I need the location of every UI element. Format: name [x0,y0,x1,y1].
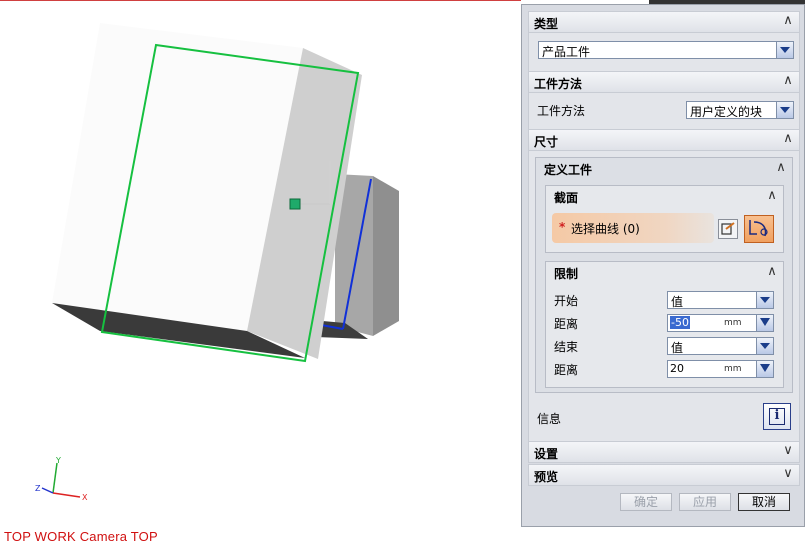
size-section-body: 定义工件 ∧ 截面 ∧ * 选择曲线 (0) 限制 ∧ 开始 值 距离 -50 … [528,151,800,441]
cancel-button[interactable]: 取消 [738,493,790,511]
start-label: 开始 [554,294,579,308]
start-distance-input[interactable]: -50 mm [667,314,774,332]
dropdown-arrow-icon[interactable] [776,102,793,118]
chevron-down-icon[interactable]: ∨ [781,444,795,458]
section-group-header[interactable]: 截面 ∧ [546,186,783,206]
end-distance-value[interactable]: 20 [670,362,684,375]
preview-section-title: 预览 [534,470,559,484]
method-section-header[interactable]: 工件方法 ∧ [528,71,800,93]
type-section-title: 类型 [534,17,559,31]
chevron-up-icon[interactable]: ∧ [781,74,795,88]
value-menu-icon[interactable] [756,315,773,331]
info-label: 信息 [537,412,562,426]
select-curve-row[interactable]: * 选择曲线 (0) [552,213,714,243]
end-distance-input[interactable]: 20 mm [667,360,774,378]
y-axis-label: Y [55,456,61,465]
chevron-up-icon[interactable]: ∧ [765,189,779,203]
method-field-label: 工件方法 [537,104,586,118]
type-section-header[interactable]: 类型 ∧ [528,11,800,33]
sketch-section-icon[interactable] [718,219,738,239]
end-select-value: 值 [671,341,684,355]
limit-group-title: 限制 [554,267,579,281]
start-distance-unit: mm [724,318,742,328]
start-distance-value[interactable]: -50 [670,316,690,329]
dialog-frame: 类型 ∧ 产品工件 工件方法 ∧ 工件方法 用户定义的块 尺寸 ∧ 定义工件 ∧… [521,4,805,527]
type-select[interactable]: 产品工件 [538,41,794,59]
type-section-body: 产品工件 [528,33,800,71]
workpiece-dialog-panel: 类型 ∧ 产品工件 工件方法 ∧ 工件方法 用户定义的块 尺寸 ∧ 定义工件 ∧… [521,0,805,546]
settings-section-header[interactable]: 设置 ∨ [528,441,800,463]
define-workpiece-header[interactable]: 定义工件 ∧ [536,158,792,178]
end-distance-unit: mm [724,364,742,374]
start-select-value: 值 [671,295,684,309]
apply-button[interactable]: 应用 [679,493,731,511]
drag-handle[interactable] [289,198,301,210]
dropdown-arrow-icon[interactable] [756,292,773,308]
select-curve-label: 选择曲线 (0) [571,222,640,236]
start-select[interactable]: 值 [667,291,774,309]
z-axis-line [41,487,54,494]
section-group-title: 截面 [554,191,579,205]
settings-section-title: 设置 [534,447,559,461]
dropdown-arrow-icon[interactable] [776,42,793,58]
chevron-up-icon[interactable]: ∧ [781,14,795,28]
end-label: 结束 [554,340,579,354]
define-workpiece-group: 定义工件 ∧ 截面 ∧ * 选择曲线 (0) 限制 ∧ 开始 值 距离 -50 … [535,157,793,393]
small-block-right [373,176,399,336]
curve-selection-icon[interactable] [744,215,774,243]
end-distance-label: 距离 [554,363,579,377]
preview-section-header[interactable]: 预览 ∨ [528,464,800,486]
ok-button[interactable]: 确定 [620,493,672,511]
limit-group-header[interactable]: 限制 ∧ [546,262,783,282]
x-axis-line [52,492,81,498]
chevron-up-icon[interactable]: ∧ [765,265,779,279]
section-group: 截面 ∧ * 选择曲线 (0) [545,185,784,253]
y-axis-line [52,462,58,494]
graphics-viewport[interactable]: Y X Z TOP WORK Camera TOP [0,0,522,546]
view-label: TOP WORK Camera TOP [4,529,158,544]
dropdown-arrow-icon[interactable] [756,338,773,354]
z-axis-label: Z [35,484,41,493]
size-section-title: 尺寸 [534,135,559,149]
value-menu-icon[interactable] [756,361,773,377]
model-scene[interactable]: Y X Z [0,1,522,547]
limit-group: 限制 ∧ 开始 值 距离 -50 mm 结束 值 距离 20 mm [545,261,784,388]
chevron-up-icon[interactable]: ∧ [774,161,788,175]
x-axis-label: X [82,493,88,502]
chevron-down-icon[interactable]: ∨ [781,467,795,481]
start-distance-label: 距离 [554,317,579,331]
size-section-header[interactable]: 尺寸 ∧ [528,129,800,151]
method-select-value: 用户定义的块 [690,105,763,119]
end-select[interactable]: 值 [667,337,774,355]
method-section-body: 工件方法 用户定义的块 [528,93,800,129]
method-section-title: 工件方法 [534,77,583,91]
chevron-up-icon[interactable]: ∧ [781,132,795,146]
type-select-value: 产品工件 [542,45,591,59]
info-icon[interactable]: i [763,403,791,430]
method-select[interactable]: 用户定义的块 [686,101,794,119]
define-workpiece-title: 定义工件 [544,163,593,177]
required-marker: * [559,220,566,234]
